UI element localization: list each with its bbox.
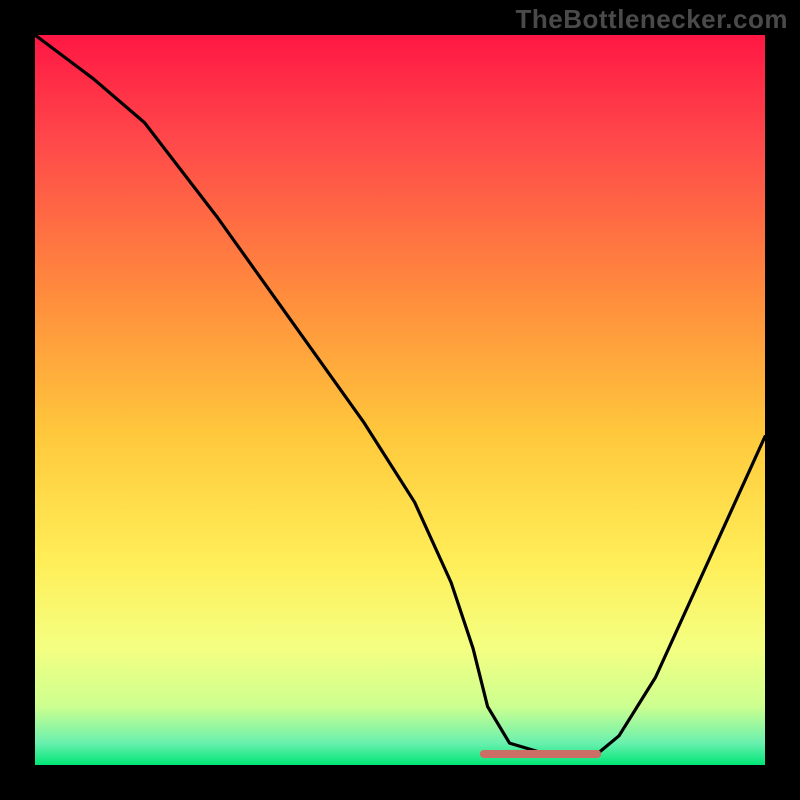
watermark-text: TheBottlenecker.com [516, 4, 788, 35]
gradient-background [35, 35, 765, 765]
plot-area [35, 35, 765, 765]
chart-frame: TheBottlenecker.com [0, 0, 800, 800]
bottleneck-plot [35, 35, 765, 765]
